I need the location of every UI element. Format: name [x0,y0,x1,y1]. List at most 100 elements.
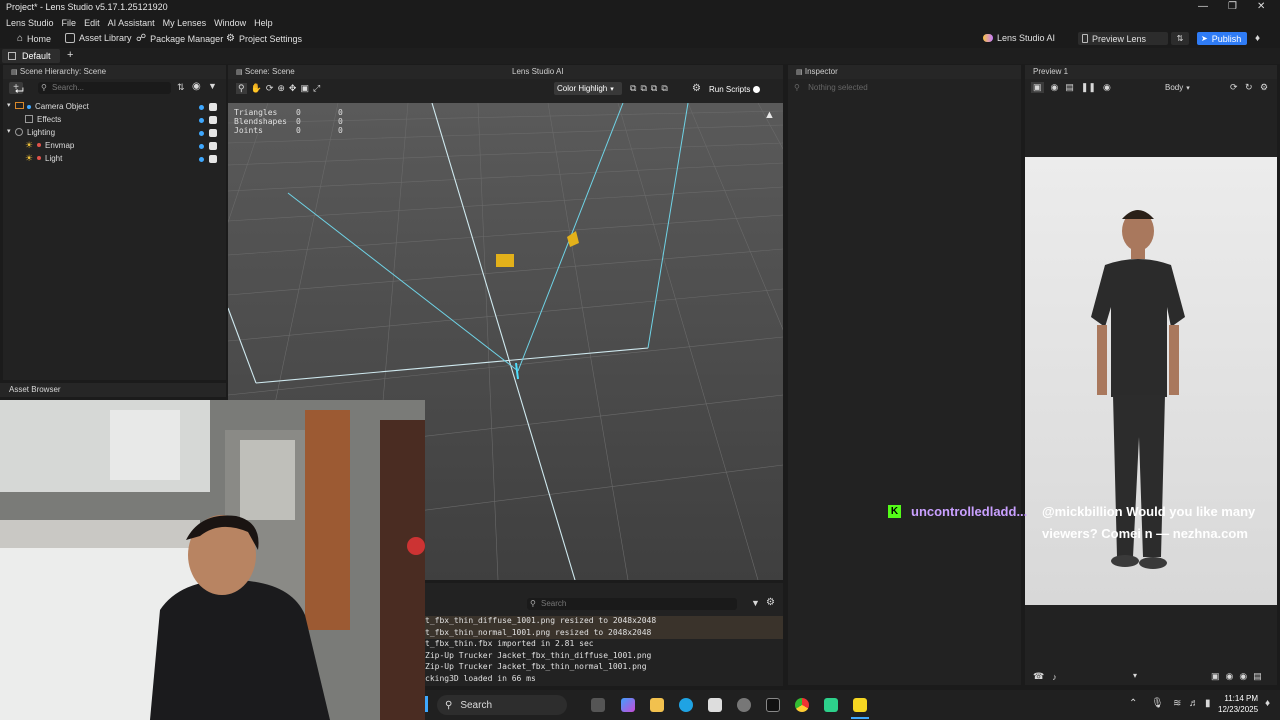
settings-icon[interactable]: ⚙ [766,597,775,608]
enabled-checkbox[interactable] [209,103,217,111]
tree-item-effects[interactable]: Effects [3,114,225,127]
mute-icon[interactable]: ☎ [1033,671,1044,682]
file-explorer-icon[interactable] [650,698,664,712]
filter-icon[interactable]: ▼ [208,81,217,91]
app-icon[interactable] [824,698,838,712]
transform-icon[interactable]: ⧉ [640,83,646,94]
clock[interactable]: 11:14 PM 12/23/2025 [1218,693,1258,715]
home-button[interactable]: ⌂ Home [17,33,51,44]
zoom-tool-icon[interactable]: ⚲ [236,83,247,94]
tree-item-envmap[interactable]: ☀ Envmap [3,140,225,153]
menu-lens-studio[interactable]: Lens Studio [6,18,54,28]
filter-icon[interactable]: ▼ [751,598,760,608]
snapshot-icon[interactable]: ▣ [1211,671,1220,682]
task-view-icon[interactable] [591,698,605,712]
snap-icon[interactable]: ⧉ [661,83,667,94]
menu-my-lenses[interactable]: My Lenses [163,18,207,28]
chevron-up-icon[interactable]: ⌃ [1129,698,1137,709]
search-icon: ⚲ [41,83,47,92]
rotate-icon[interactable]: ⟳ [1230,82,1238,93]
lens-studio-icon[interactable] [853,698,867,712]
chevron-down-icon[interactable]: ▾ [1133,671,1137,680]
zoom-in-icon[interactable]: ⊕ [277,83,285,94]
tab-default[interactable]: Default [2,49,60,63]
microphone-icon[interactable]: 🎙 [1151,698,1164,709]
notification-icon[interactable]: ♦ [1265,698,1270,709]
store-icon[interactable] [708,698,722,712]
tree-item-lighting[interactable]: ▾ Lighting [3,127,225,140]
menu-file[interactable]: File [62,18,77,28]
console-search-input[interactable]: ⚲ Search [527,598,737,610]
tree-item-light[interactable]: ☀ Light [3,153,225,166]
expand-icon[interactable]: ▾ [7,127,11,135]
chrome-icon[interactable] [795,698,809,712]
tree-item-camera-object[interactable]: ▾ Camera Object [3,101,225,114]
maximize-icon[interactable]: ❐ [1228,1,1237,12]
move-tool-icon[interactable]: ✥ [289,83,297,94]
enabled-checkbox[interactable] [209,129,217,137]
volume-icon[interactable]: ♬ [1189,698,1199,709]
preview-options-button[interactable]: ⇅ [1171,32,1189,45]
eye-icon[interactable]: ◉ [1103,82,1111,93]
battery-icon[interactable]: ▮ [1205,698,1211,709]
enabled-checkbox[interactable] [209,155,217,163]
tab-lens-studio-ai[interactable]: Lens Studio AI [512,65,564,79]
run-scripts-toggle[interactable] [753,86,760,93]
rotate-tool-icon[interactable]: ⤢ [313,83,320,94]
record-icon[interactable]: ◉ [1051,82,1059,93]
inspector-search[interactable]: ⚲ Nothing selected [794,83,868,92]
screen-icon[interactable]: ▤ [1253,671,1262,682]
color-mode-dropdown[interactable]: Color Highligh ▾ [554,82,622,95]
settings-icon[interactable]: ⚙ [1260,82,1268,93]
visibility-dot[interactable] [199,118,204,123]
bell-icon[interactable]: ♦ [1255,33,1260,44]
project-settings-button[interactable]: ⚙ Project Settings [226,33,302,44]
add-tab-icon[interactable]: + [67,49,73,61]
hierarchy-search-input[interactable]: ⚲ Search... [38,82,171,94]
menu-ai-assistant[interactable]: AI Assistant [108,18,155,28]
enabled-checkbox[interactable] [209,116,217,124]
tree-item-label: Lighting [27,128,56,137]
menu-edit[interactable]: Edit [84,18,100,28]
taskbar-search[interactable]: ⚲ Search [437,695,567,715]
visibility-dot[interactable] [199,131,204,136]
app-icon[interactable] [766,698,780,712]
sort-icon[interactable]: ⇅ [177,82,185,93]
object-icon [15,128,23,136]
copilot-icon[interactable] [621,698,635,712]
lens-studio-ai-button[interactable]: Lens Studio AI [983,33,1055,43]
device-icon[interactable]: ▣ [1031,82,1044,93]
screen-icon[interactable]: ▤ [1065,82,1074,93]
publish-button[interactable]: ➤ Publish [1197,32,1247,45]
hand-tool-icon[interactable]: ✋ [251,83,262,94]
menu-window[interactable]: Window [214,18,246,28]
enabled-checkbox[interactable] [209,142,217,150]
camera-view-icon[interactable]: ▲ [764,109,775,121]
edge-icon[interactable] [679,698,693,712]
capture-icon[interactable]: ◉ [1226,671,1234,682]
package-manager-button[interactable]: ☍ Package Manager [136,33,223,44]
layers-icon[interactable]: ⧉ [630,83,636,94]
app-icon[interactable] [737,698,751,712]
visibility-dot[interactable] [199,105,204,110]
scale-tool-icon[interactable]: ▣ [300,83,309,94]
eye-icon[interactable]: ◉ [192,81,201,92]
close-icon[interactable]: ✕ [1257,1,1265,12]
visibility-dot[interactable] [199,157,204,162]
wifi-icon[interactable]: ≋ [1173,698,1181,709]
orbit-tool-icon[interactable]: ⟳ [266,83,274,94]
menu-help[interactable]: Help [254,18,273,28]
gizmo-icon[interactable]: ⧉ [651,83,657,94]
minimize-icon[interactable]: — [1198,1,1208,12]
preview-mode-dropdown[interactable]: Body ▾ [1165,83,1190,92]
visibility-dot[interactable] [199,144,204,149]
preview-lens-button[interactable]: Preview Lens [1078,32,1168,45]
record-icon[interactable]: ◉ [1239,671,1247,682]
expand-icon[interactable]: ▾ [7,101,11,109]
asset-library-button[interactable]: Asset Library [65,33,132,43]
volume-icon[interactable]: ♪ [1052,672,1057,682]
pause-icon[interactable]: ❚❚ [1081,82,1096,93]
refresh-icon[interactable]: ↻ [1245,82,1253,93]
camera-gizmo[interactable] [496,254,514,267]
settings-icon[interactable]: ⚙ [692,83,701,94]
